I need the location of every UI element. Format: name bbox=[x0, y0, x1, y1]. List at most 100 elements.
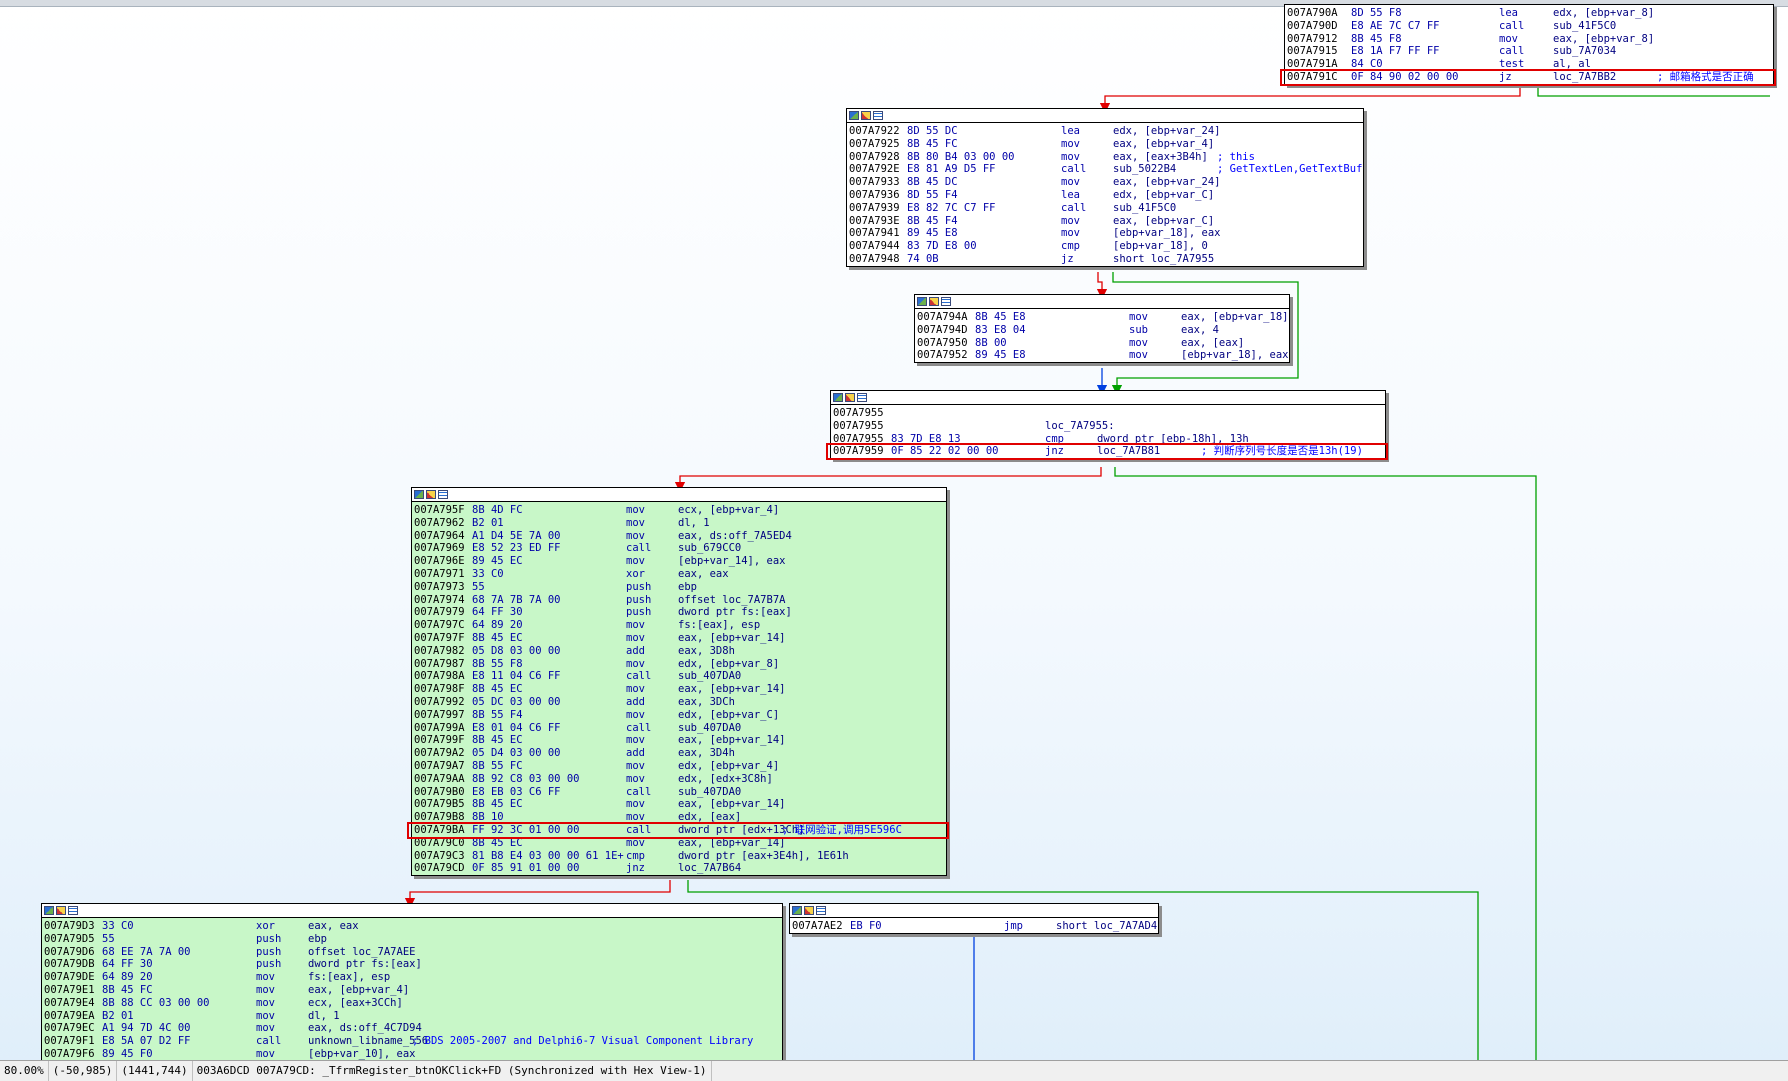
graph-list-icon[interactable] bbox=[816, 906, 826, 915]
code-line[interactable]: 007A7936 8D 55 F4 lea edx, [ebp+var_C] bbox=[849, 189, 1361, 202]
code-line[interactable]: 007A7997 8B 55 F4 mov edx, [ebp+var_C] bbox=[414, 709, 944, 722]
code-line[interactable]: 007A7955 bbox=[833, 407, 1383, 420]
code-block-n4[interactable]: 007A795F 8B 4D FC mov ecx, [ebp+var_4] 007A7… bbox=[411, 487, 947, 877]
code-line[interactable]: 007A79A2 05 D4 03 00 00 add eax, 3D4h bbox=[414, 747, 944, 760]
code-line[interactable]: 007A79B0 E8 EB 03 C6 FF call sub_407DA0 bbox=[414, 786, 944, 799]
graph-edit-icon[interactable] bbox=[56, 906, 66, 915]
code-line[interactable]: 007A7939 E8 82 7C C7 FF call sub_41F5C0 bbox=[849, 202, 1361, 215]
code-line[interactable]: 007A7973 55 push ebp bbox=[414, 581, 944, 594]
code-line[interactable]: 007A794D 83 E8 04 sub eax, 4 bbox=[917, 324, 1287, 337]
code-block-n1[interactable]: 007A7922 8D 55 DC lea edx, [ebp+var_24] 007A… bbox=[846, 108, 1364, 267]
code-line[interactable]: 007A79DE 64 89 20 mov fs:[eax], esp bbox=[44, 971, 780, 984]
code-line[interactable]: 007A7AE2 EB F0 jmp short loc_7A7AD4 bbox=[792, 920, 1157, 933]
code-line[interactable]: 007A79D6 68 EE 7A 7A 00 push offset loc_7A7… bbox=[44, 946, 780, 959]
code-line[interactable]: 007A79CD 0F 85 91 01 00 00 jnz loc_7A7B64 bbox=[414, 862, 944, 875]
code-line[interactable]: 007A7915 E8 1A F7 FF FF call sub_7A7034 bbox=[1287, 45, 1771, 58]
code-line[interactable]: 007A797F 8B 45 EC mov eax, [ebp+var_14] bbox=[414, 632, 944, 645]
code-line[interactable]: 007A799F 8B 45 EC mov eax, [ebp+var_14] bbox=[414, 734, 944, 747]
graph-list-icon[interactable] bbox=[68, 906, 78, 915]
graph-edit-icon[interactable] bbox=[845, 393, 855, 402]
code-line[interactable]: 007A7969 E8 52 23 ED FF call sub_679CC0 bbox=[414, 542, 944, 555]
graph-color-icon[interactable] bbox=[849, 111, 859, 120]
opcode-bytes: 81 B8 E4 03 00 00 61 1E+ bbox=[472, 849, 624, 862]
code-line[interactable]: 007A7928 8B 80 B4 03 00 00 mov eax, [eax+3B… bbox=[849, 151, 1361, 164]
code-line[interactable]: 007A7912 8B 45 F8 mov eax, [ebp+var_8] bbox=[1287, 33, 1771, 46]
operands: loc_7A7BB2 bbox=[1553, 70, 1617, 83]
code-line[interactable]: 007A790D E8 AE 7C C7 FF call sub_41F5C0 bbox=[1287, 20, 1771, 33]
graph-color-icon[interactable] bbox=[414, 490, 424, 499]
code-block-n5[interactable]: 007A79D3 33 C0 xor eax, eax 007A79D5 55 push eb… bbox=[41, 903, 783, 1062]
address: 007A79E1 bbox=[44, 983, 95, 996]
code-line[interactable]: 007A7952 89 45 E8 mov [ebp+var_18], eax bbox=[917, 349, 1288, 362]
code-block-n6[interactable]: 007A7AE2 EB F0 jmp short loc_7A7AD4 bbox=[789, 903, 1159, 934]
operands: edx, [eax] bbox=[678, 811, 742, 824]
graph-color-icon[interactable] bbox=[833, 393, 843, 402]
code-block-n2[interactable]: 007A794A 8B 45 E8 mov eax, [ebp+var_18] 007A… bbox=[914, 294, 1290, 364]
code-line[interactable]: 007A79C3 81 B8 E4 03 00 00 61 1E+ cmp dword… bbox=[414, 850, 944, 863]
graph-edit-icon[interactable] bbox=[804, 906, 814, 915]
code-line[interactable]: 007A79DB 64 FF 30 push dword ptr fs:[eax] bbox=[44, 958, 780, 971]
code-line[interactable]: 007A79B5 8B 45 EC mov eax, [ebp+var_14] bbox=[414, 798, 944, 811]
code-line[interactable]: 007A79D3 33 C0 xor eax, eax bbox=[44, 920, 780, 933]
code-line[interactable]: 007A7948 74 0B jz short loc_7A7955 bbox=[849, 253, 1361, 266]
code-line[interactable]: 007A7974 68 7A 7B 7A 00 push offset loc_7A7… bbox=[414, 594, 944, 607]
code-block-n0[interactable]: 007A790A 8D 55 F8 lea edx, [ebp+var_8] 007A7… bbox=[1284, 4, 1774, 85]
graph-color-icon[interactable] bbox=[44, 906, 54, 915]
code-line[interactable]: 007A798A E8 11 04 C6 FF call sub_407DA0 bbox=[414, 670, 944, 683]
code-line[interactable]: 007A7933 8B 45 DC mov eax, [ebp+var_24] bbox=[849, 176, 1361, 189]
operands: sub_407DA0 bbox=[678, 721, 742, 734]
code-line[interactable]: 007A792E E8 81 A9 D5 FF call sub_5022B4 ; Ge… bbox=[849, 163, 1362, 176]
code-line[interactable]: 007A7955 loc_7A7955: bbox=[833, 420, 1383, 433]
code-line[interactable]: 007A791A 84 C0 test al, al bbox=[1287, 58, 1771, 71]
code-line[interactable]: 007A79E4 8B 88 CC 03 00 00 mov ecx, [eax+3C… bbox=[44, 997, 780, 1010]
graph-color-icon[interactable] bbox=[917, 297, 927, 306]
code-line[interactable]: 007A7950 8B 00 mov eax, [eax] bbox=[917, 337, 1287, 350]
code-line[interactable]: 007A79A7 8B 55 FC mov edx, [ebp+var_4] bbox=[414, 760, 944, 773]
address: 007A790A bbox=[1287, 7, 1338, 19]
code-line[interactable]: 007A7944 83 7D E8 00 cmp [ebp+var_18], 0 bbox=[849, 240, 1361, 253]
graph-list-icon[interactable] bbox=[873, 111, 883, 120]
graph-view[interactable]: 007A790A 8D 55 F8 lea edx, [ebp+var_8] 007A7… bbox=[0, 0, 1788, 1062]
code-line[interactable]: 007A7922 8D 55 DC lea edx, [ebp+var_24] bbox=[849, 125, 1361, 138]
graph-edit-icon[interactable] bbox=[929, 297, 939, 306]
code-block-n3[interactable]: 007A7955 007A7955 loc_7A7955: 007A7955 83 7D… bbox=[830, 390, 1386, 460]
graph-edit-icon[interactable] bbox=[861, 111, 871, 120]
code-line[interactable]: 007A7971 33 C0 xor eax, eax bbox=[414, 568, 944, 581]
graph-list-icon[interactable] bbox=[857, 393, 867, 402]
code-line[interactable]: 007A79C0 8B 45 EC mov eax, [ebp+var_14] bbox=[414, 837, 944, 850]
graph-color-icon[interactable] bbox=[792, 906, 802, 915]
code-line[interactable]: 007A791C 0F 84 90 02 00 00 jz loc_7A7BB2 ; 邮… bbox=[1287, 71, 1771, 84]
code-line[interactable]: 007A7979 64 FF 30 push dword ptr fs:[eax] bbox=[414, 606, 944, 619]
code-line[interactable]: 007A7992 05 DC 03 00 00 add eax, 3DCh bbox=[414, 696, 944, 709]
code-line[interactable]: 007A79B8 8B 10 mov edx, [eax] bbox=[414, 811, 944, 824]
code-line[interactable]: 007A7925 8B 45 FC mov eax, [ebp+var_4] bbox=[849, 138, 1361, 151]
code-line[interactable]: 007A794A 8B 45 E8 mov eax, [ebp+var_18] bbox=[917, 311, 1288, 324]
code-line[interactable]: 007A797C 64 89 20 mov fs:[eax], esp bbox=[414, 619, 944, 632]
code-line[interactable]: 007A79D5 55 push ebp bbox=[44, 933, 780, 946]
code-line[interactable]: 007A79F6 89 45 F0 mov [ebp+var_10], eax bbox=[44, 1048, 780, 1061]
code-line[interactable]: 007A793E 8B 45 F4 mov eax, [ebp+var_C] bbox=[849, 215, 1361, 228]
code-line[interactable]: 007A7987 8B 55 F8 mov edx, [ebp+var_8] bbox=[414, 658, 944, 671]
code-line[interactable]: 007A7982 05 D8 03 00 00 add eax, 3D8h bbox=[414, 645, 944, 658]
code-line[interactable]: 007A79EA B2 01 mov dl, 1 bbox=[44, 1010, 780, 1023]
code-line[interactable]: 007A79AA 8B 92 C8 03 00 00 mov edx, [edx+3C… bbox=[414, 773, 944, 786]
code-line[interactable]: 007A79BA FF 92 3C 01 00 00 call dword ptr [… bbox=[414, 824, 944, 837]
code-line[interactable]: 007A7941 89 45 E8 mov [ebp+var_18], eax bbox=[849, 227, 1361, 240]
code-line[interactable]: 007A79EC A1 94 7D 4C 00 mov eax, ds:off_4C7… bbox=[44, 1022, 780, 1035]
graph-list-icon[interactable] bbox=[438, 490, 448, 499]
code-line[interactable]: 007A79F1 E8 5A 07 D2 FF call unknown_libnam… bbox=[44, 1035, 780, 1048]
graph-list-icon[interactable] bbox=[941, 297, 951, 306]
code-line[interactable]: 007A790A 8D 55 F8 lea edx, [ebp+var_8] bbox=[1287, 7, 1771, 20]
code-line[interactable]: 007A7955 83 7D E8 13 cmp dword ptr [ebp-18h… bbox=[833, 433, 1383, 446]
code-line[interactable]: 007A7964 A1 D4 5E 7A 00 mov eax, ds:off_7A5… bbox=[414, 530, 944, 543]
mnemonic: mov bbox=[256, 983, 275, 996]
code-line[interactable]: 007A798F 8B 45 EC mov eax, [ebp+var_14] bbox=[414, 683, 944, 696]
graph-edit-icon[interactable] bbox=[426, 490, 436, 499]
code-line[interactable]: 007A7962 B2 01 mov dl, 1 bbox=[414, 517, 944, 530]
code-line[interactable]: 007A795F 8B 4D FC mov ecx, [ebp+var_4] bbox=[414, 504, 944, 517]
code-line[interactable]: 007A799A E8 01 04 C6 FF call sub_407DA0 bbox=[414, 722, 944, 735]
mnemonic: call bbox=[626, 785, 652, 798]
code-line[interactable]: 007A796E 89 45 EC mov [ebp+var_14], eax bbox=[414, 555, 944, 568]
code-line[interactable]: 007A79E1 8B 45 FC mov eax, [ebp+var_4] bbox=[44, 984, 780, 997]
code-line[interactable]: 007A7959 0F 85 22 02 00 00 jnz loc_7A7B81 ; … bbox=[833, 445, 1383, 458]
